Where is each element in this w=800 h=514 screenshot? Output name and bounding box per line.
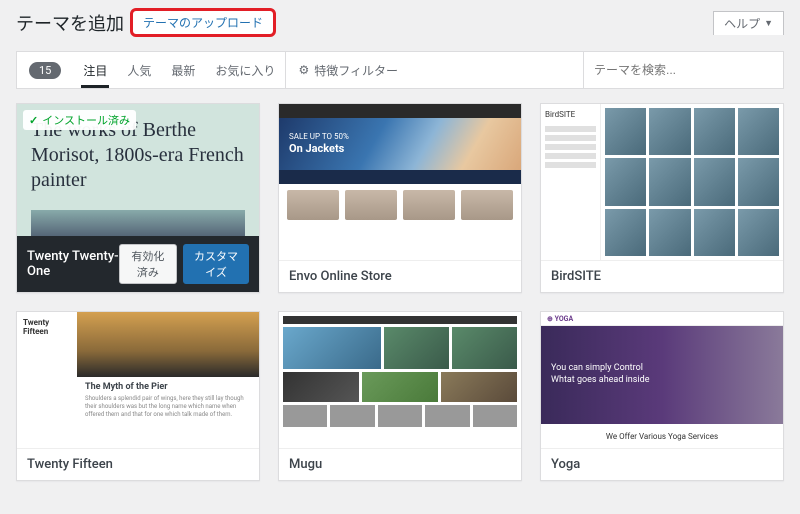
check-icon: ✓ (29, 114, 38, 127)
theme-card-mugu[interactable]: Mugu (278, 311, 522, 481)
preview-image (31, 210, 245, 236)
feature-filter-label: 特徴フィルター (314, 62, 398, 79)
theme-card-birdsite[interactable]: BirdSITE BirdSITE (540, 103, 784, 293)
theme-name: Twenty Fifteen (27, 457, 113, 472)
page-title: テーマを追加 (16, 10, 124, 36)
theme-preview (279, 312, 521, 448)
installed-label: インストール済み (42, 112, 130, 128)
theme-name: Envo Online Store (289, 269, 392, 284)
theme-preview: ✓ インストール済み The works of Berthe Morisot, … (17, 104, 259, 236)
tab-latest[interactable]: 最新 (161, 52, 205, 88)
preview-logo: ⊕ YOGA (547, 315, 573, 323)
preview-side-title: Twenty Fifteen (23, 318, 71, 336)
theme-name: Mugu (289, 457, 322, 472)
preview-headline: You can simply Control Whtat goes ahead … (541, 363, 651, 386)
feature-filter-button[interactable]: ⚙ 特徴フィルター (285, 52, 410, 88)
theme-card-twenty-twenty-one[interactable]: ✓ インストール済み The works of Berthe Morisot, … (16, 103, 260, 293)
chevron-down-icon: ▼ (764, 18, 773, 29)
theme-preview: BirdSITE (541, 104, 783, 260)
tab-popular[interactable]: 人気 (117, 52, 161, 88)
preview-headline: On Jackets (289, 142, 349, 156)
theme-name: Twenty Twenty-One (27, 249, 119, 279)
help-tab[interactable]: ヘルプ ▼ (713, 11, 784, 35)
preview-strip: We Offer Various Yoga Services (541, 424, 783, 448)
theme-count-badge: 15 (29, 62, 61, 79)
theme-preview: ⊕ YOGA You can simply Control Whtat goes… (541, 312, 783, 448)
help-label: ヘルプ (724, 15, 760, 32)
theme-name: Yoga (551, 457, 580, 472)
installed-badge: ✓ インストール済み (23, 110, 136, 130)
preview-subtext: SALE UP TO 50% (289, 132, 349, 142)
theme-name: BirdSITE (551, 269, 601, 284)
upload-theme-button[interactable]: テーマのアップロード (130, 8, 276, 37)
activated-button[interactable]: 有効化済み (119, 244, 177, 284)
filter-bar: 15 注目 人気 最新 お気に入り ⚙ 特徴フィルター (16, 51, 784, 89)
theme-preview: SALE UP TO 50% On Jackets (279, 104, 521, 260)
preview-article-title: The Myth of the Pier (85, 382, 251, 392)
theme-preview: Twenty Fifteen The Myth of the Pier Shou… (17, 312, 259, 448)
preview-logo: BirdSITE (545, 110, 596, 119)
tab-favorite[interactable]: お気に入り (205, 52, 285, 88)
theme-card-twenty-fifteen[interactable]: Twenty Fifteen The Myth of the Pier Shou… (16, 311, 260, 481)
customize-button[interactable]: カスタマイズ (183, 244, 249, 284)
gear-icon: ⚙ (298, 63, 309, 77)
theme-card-yoga[interactable]: ⊕ YOGA You can simply Control Whtat goes… (540, 311, 784, 481)
themes-grid: ✓ インストール済み The works of Berthe Morisot, … (0, 89, 800, 495)
tab-featured[interactable]: 注目 (73, 52, 117, 88)
search-input[interactable] (584, 52, 783, 88)
theme-card-envo-online-store[interactable]: SALE UP TO 50% On Jackets Envo Online St… (278, 103, 522, 293)
